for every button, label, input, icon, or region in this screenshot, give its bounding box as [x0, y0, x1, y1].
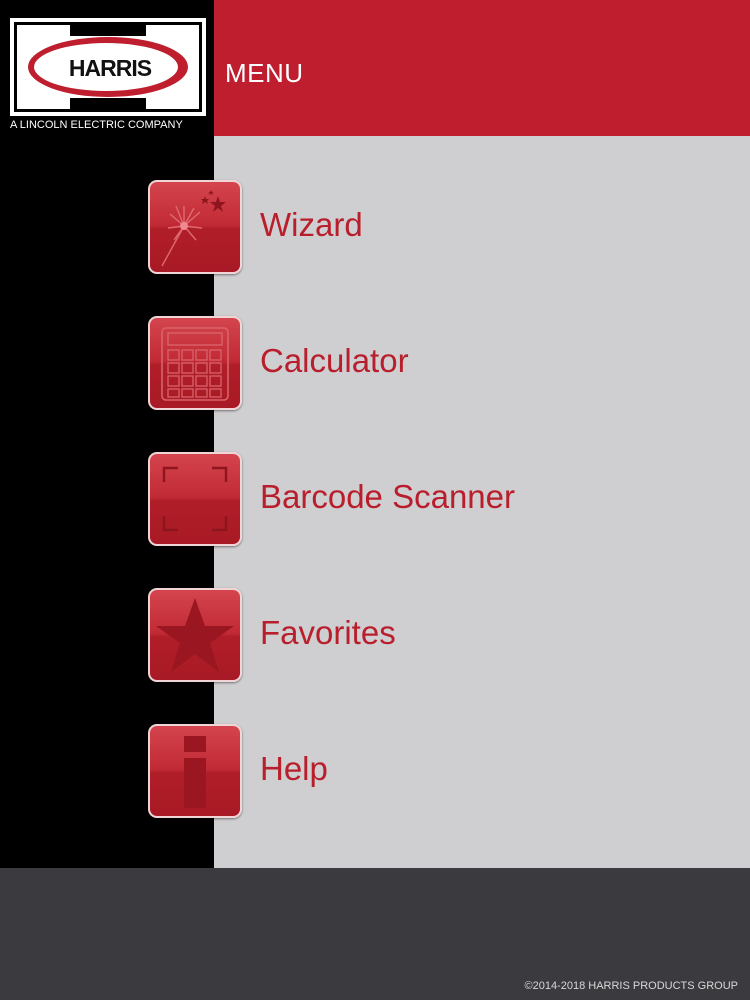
- logo-tagline: A LINCOLN ELECTRIC COMPANY: [10, 119, 183, 131]
- copyright-text: ©2014-2018 HARRIS PRODUCTS GROUP: [524, 980, 738, 992]
- menu-item-label: Favorites: [260, 614, 396, 651]
- menu-item-wizard[interactable]: Wizard: [148, 180, 708, 276]
- menu-item-help[interactable]: Help: [148, 724, 708, 820]
- page-title: MENU: [225, 58, 304, 88]
- menu-item-label: Calculator: [260, 342, 409, 379]
- barcode-scan-frame-icon: [148, 452, 242, 546]
- menu-item-calculator[interactable]: Calculator: [148, 316, 708, 412]
- harris-logo: HARRIS: [10, 18, 206, 116]
- logo-text: HARRIS: [68, 55, 152, 81]
- wizard-icon: [148, 180, 242, 274]
- menu-item-favorites[interactable]: Favorites: [148, 588, 708, 684]
- info-icon: [148, 724, 242, 818]
- menu-item-label: Wizard: [260, 206, 363, 243]
- menu-item-barcode-scanner[interactable]: Barcode Scanner: [148, 452, 708, 548]
- footer: ©2014-2018 HARRIS PRODUCTS GROUP: [0, 868, 750, 1000]
- star-icon: [148, 588, 242, 682]
- menu-item-label: Barcode Scanner: [260, 478, 515, 515]
- calculator-icon: [148, 316, 242, 410]
- menu-item-label: Help: [260, 750, 328, 787]
